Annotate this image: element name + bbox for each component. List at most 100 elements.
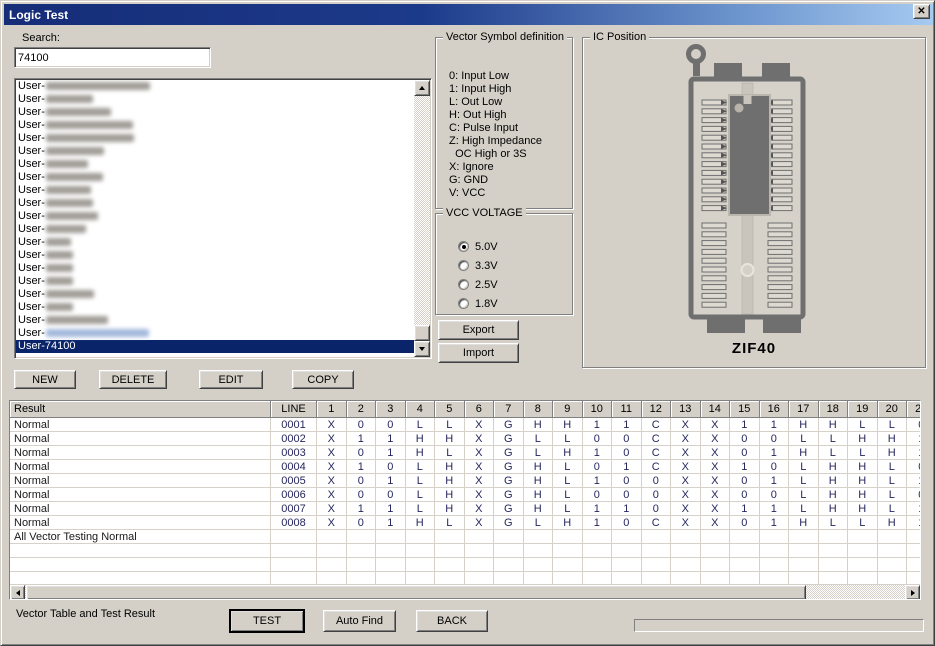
close-icon: ✕: [917, 7, 925, 17]
list-item[interactable]: User-: [16, 210, 414, 223]
cell-vector: 0: [347, 474, 377, 488]
cell-vector: [494, 530, 524, 544]
col-header-pin-1[interactable]: 1: [317, 401, 347, 418]
vector-symbol-groupbox: Vector Symbol definition 0: Input Low1: …: [435, 37, 573, 209]
col-header-pin-4[interactable]: 4: [406, 401, 436, 418]
import-button-label: Import: [463, 347, 494, 359]
socket-label: ZIF40: [583, 340, 925, 357]
list-item[interactable]: User-: [16, 184, 414, 197]
radio-label: 5.0V: [475, 241, 498, 253]
list-item[interactable]: User-: [16, 301, 414, 314]
list-item[interactable]: User-: [16, 236, 414, 249]
col-header-pin-11[interactable]: 11: [612, 401, 642, 418]
device-list-scrollbar[interactable]: [414, 80, 430, 357]
list-item[interactable]: User-: [16, 158, 414, 171]
col-header-pin-18[interactable]: 18: [819, 401, 849, 418]
vcc-option-1-8V[interactable]: 1.8V: [458, 297, 498, 310]
copy-button[interactable]: COPY: [292, 370, 354, 389]
list-item[interactable]: User-: [16, 288, 414, 301]
col-header-pin-5[interactable]: 5: [435, 401, 465, 418]
col-header-pin-3[interactable]: 3: [376, 401, 406, 418]
cell-vector: [789, 530, 819, 544]
col-header-pin-21[interactable]: 21: [907, 401, 921, 418]
new-button[interactable]: NEW: [14, 370, 76, 389]
redacted-name: [46, 329, 149, 337]
list-item[interactable]: User-: [16, 119, 414, 132]
vector-symbol-line: X: Ignore: [437, 161, 571, 174]
col-header-pin-10[interactable]: 10: [583, 401, 613, 418]
list-item[interactable]: User-: [16, 327, 414, 340]
vcc-option-5-0V[interactable]: 5.0V: [458, 240, 498, 253]
col-header-pin-14[interactable]: 14: [701, 401, 731, 418]
hscroll-thumb[interactable]: [26, 585, 806, 600]
table-row[interactable]: Normal0001X00LLXGHH11CXX11HHLL0: [10, 418, 920, 432]
list-item[interactable]: User-: [16, 197, 414, 210]
table-row[interactable]: Normal0002X11HHXGLL00CXX00LLHH1: [10, 432, 920, 446]
auto-find-button[interactable]: Auto Find: [323, 610, 396, 632]
vcc-option-3-3V[interactable]: 3.3V: [458, 259, 498, 272]
import-button[interactable]: Import: [438, 343, 519, 363]
cell-vector: L: [848, 516, 878, 530]
col-header-pin-15[interactable]: 15: [730, 401, 760, 418]
table-hscrollbar[interactable]: [10, 584, 920, 599]
col-header-pin-20[interactable]: 20: [878, 401, 908, 418]
cell-vector: X: [317, 474, 347, 488]
table-row[interactable]: Normal0003X01HLXGLH10CXX01HLLH1: [10, 446, 920, 460]
hscroll-right-button[interactable]: [905, 585, 920, 600]
list-item-selected[interactable]: User-74100: [16, 340, 414, 353]
list-item[interactable]: User-: [16, 275, 414, 288]
hscroll-left-button[interactable]: [10, 585, 25, 600]
list-item[interactable]: User-: [16, 106, 414, 119]
list-item[interactable]: User-: [16, 93, 414, 106]
col-header-pin-16[interactable]: 16: [760, 401, 790, 418]
delete-button[interactable]: DELETE: [99, 370, 167, 389]
list-item-prefix: User-: [18, 301, 45, 313]
cell-vector: X: [317, 460, 347, 474]
list-item[interactable]: User-: [16, 249, 414, 262]
edit-button[interactable]: EDIT: [199, 370, 263, 389]
table-summary-row[interactable]: All Vector Testing Normal: [10, 530, 920, 544]
col-header-line[interactable]: LINE: [271, 401, 317, 418]
cell-vector: [848, 558, 878, 572]
list-item[interactable]: User-: [16, 80, 414, 93]
cell-vector: 0: [583, 488, 613, 502]
list-item[interactable]: User-: [16, 314, 414, 327]
scroll-thumb[interactable]: [414, 325, 430, 341]
list-item[interactable]: User-: [16, 145, 414, 158]
table-row[interactable]: Normal0008X01HLXGLH10CXX01HLLH1: [10, 516, 920, 530]
cell-vector: G: [494, 460, 524, 474]
col-header-result[interactable]: Result: [10, 401, 271, 418]
title-bar[interactable]: Logic Test: [4, 4, 933, 25]
cell-vector: G: [494, 488, 524, 502]
list-item[interactable]: User-: [16, 223, 414, 236]
list-item[interactable]: User-: [16, 171, 414, 184]
cell-vector: G: [494, 474, 524, 488]
search-input[interactable]: [14, 47, 211, 68]
col-header-pin-2[interactable]: 2: [347, 401, 377, 418]
list-item[interactable]: User-: [16, 132, 414, 145]
col-header-pin-8[interactable]: 8: [524, 401, 554, 418]
cell-vector: 0: [347, 418, 377, 432]
col-header-pin-12[interactable]: 12: [642, 401, 672, 418]
col-header-pin-17[interactable]: 17: [789, 401, 819, 418]
table-empty-row[interactable]: [10, 544, 920, 558]
col-header-pin-13[interactable]: 13: [671, 401, 701, 418]
back-button[interactable]: BACK: [416, 610, 488, 632]
export-button[interactable]: Export: [438, 320, 519, 340]
table-row[interactable]: Normal0007X11LHXGHL110XX11LHHL1: [10, 502, 920, 516]
table-row[interactable]: Normal0006X00LHXGHL000XX00LHHL0: [10, 488, 920, 502]
scroll-down-button[interactable]: [414, 341, 430, 357]
col-header-pin-7[interactable]: 7: [494, 401, 524, 418]
cell-vector: [583, 530, 613, 544]
vcc-option-2-5V[interactable]: 2.5V: [458, 278, 498, 291]
col-header-pin-19[interactable]: 19: [848, 401, 878, 418]
table-row[interactable]: Normal0004X10LHXGHL01CXX10LHHL0: [10, 460, 920, 474]
scroll-up-button[interactable]: [414, 80, 430, 96]
col-header-pin-9[interactable]: 9: [553, 401, 583, 418]
col-header-pin-6[interactable]: 6: [465, 401, 495, 418]
test-button[interactable]: TEST: [230, 610, 304, 632]
table-row[interactable]: Normal0005X01LHXGHL100XX01LHHL1: [10, 474, 920, 488]
close-button[interactable]: ✕: [913, 4, 930, 19]
table-empty-row[interactable]: [10, 558, 920, 572]
list-item[interactable]: User-: [16, 262, 414, 275]
